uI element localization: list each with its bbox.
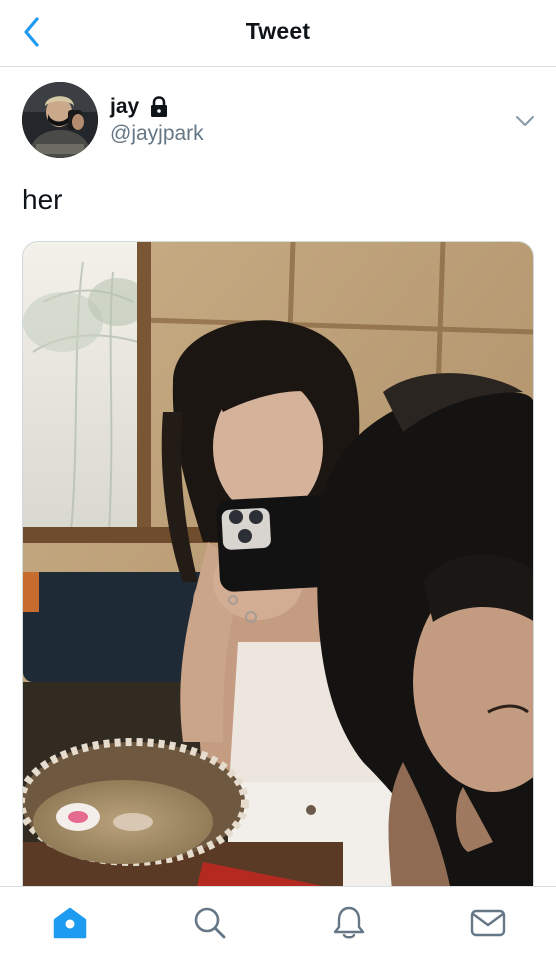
bottom-tab-bar — [0, 886, 556, 960]
tab-messages[interactable] — [468, 903, 508, 943]
tab-home[interactable] — [50, 903, 90, 943]
page-title: Tweet — [245, 18, 311, 44]
author-name-row[interactable]: jay — [110, 95, 169, 119]
chevron-down-icon — [516, 116, 534, 126]
tweet-options-button[interactable] — [510, 108, 540, 134]
mail-icon — [470, 909, 506, 937]
avatar[interactable] — [22, 82, 98, 158]
author-name: jay — [110, 95, 140, 118]
tweet-text: her — [22, 184, 63, 215]
author-handle[interactable]: @jayjpark — [110, 122, 204, 146]
home-icon — [53, 907, 87, 939]
top-nav-bar: Tweet — [0, 0, 556, 67]
lock-icon — [151, 96, 168, 117]
search-icon — [194, 907, 226, 939]
tab-notifications[interactable] — [329, 903, 369, 943]
tab-search[interactable] — [190, 903, 230, 943]
tweet-detail-screen: Tweet jay @jayjpark her — [0, 0, 556, 960]
tweet-photo[interactable] — [22, 241, 534, 901]
bell-icon — [333, 906, 365, 939]
